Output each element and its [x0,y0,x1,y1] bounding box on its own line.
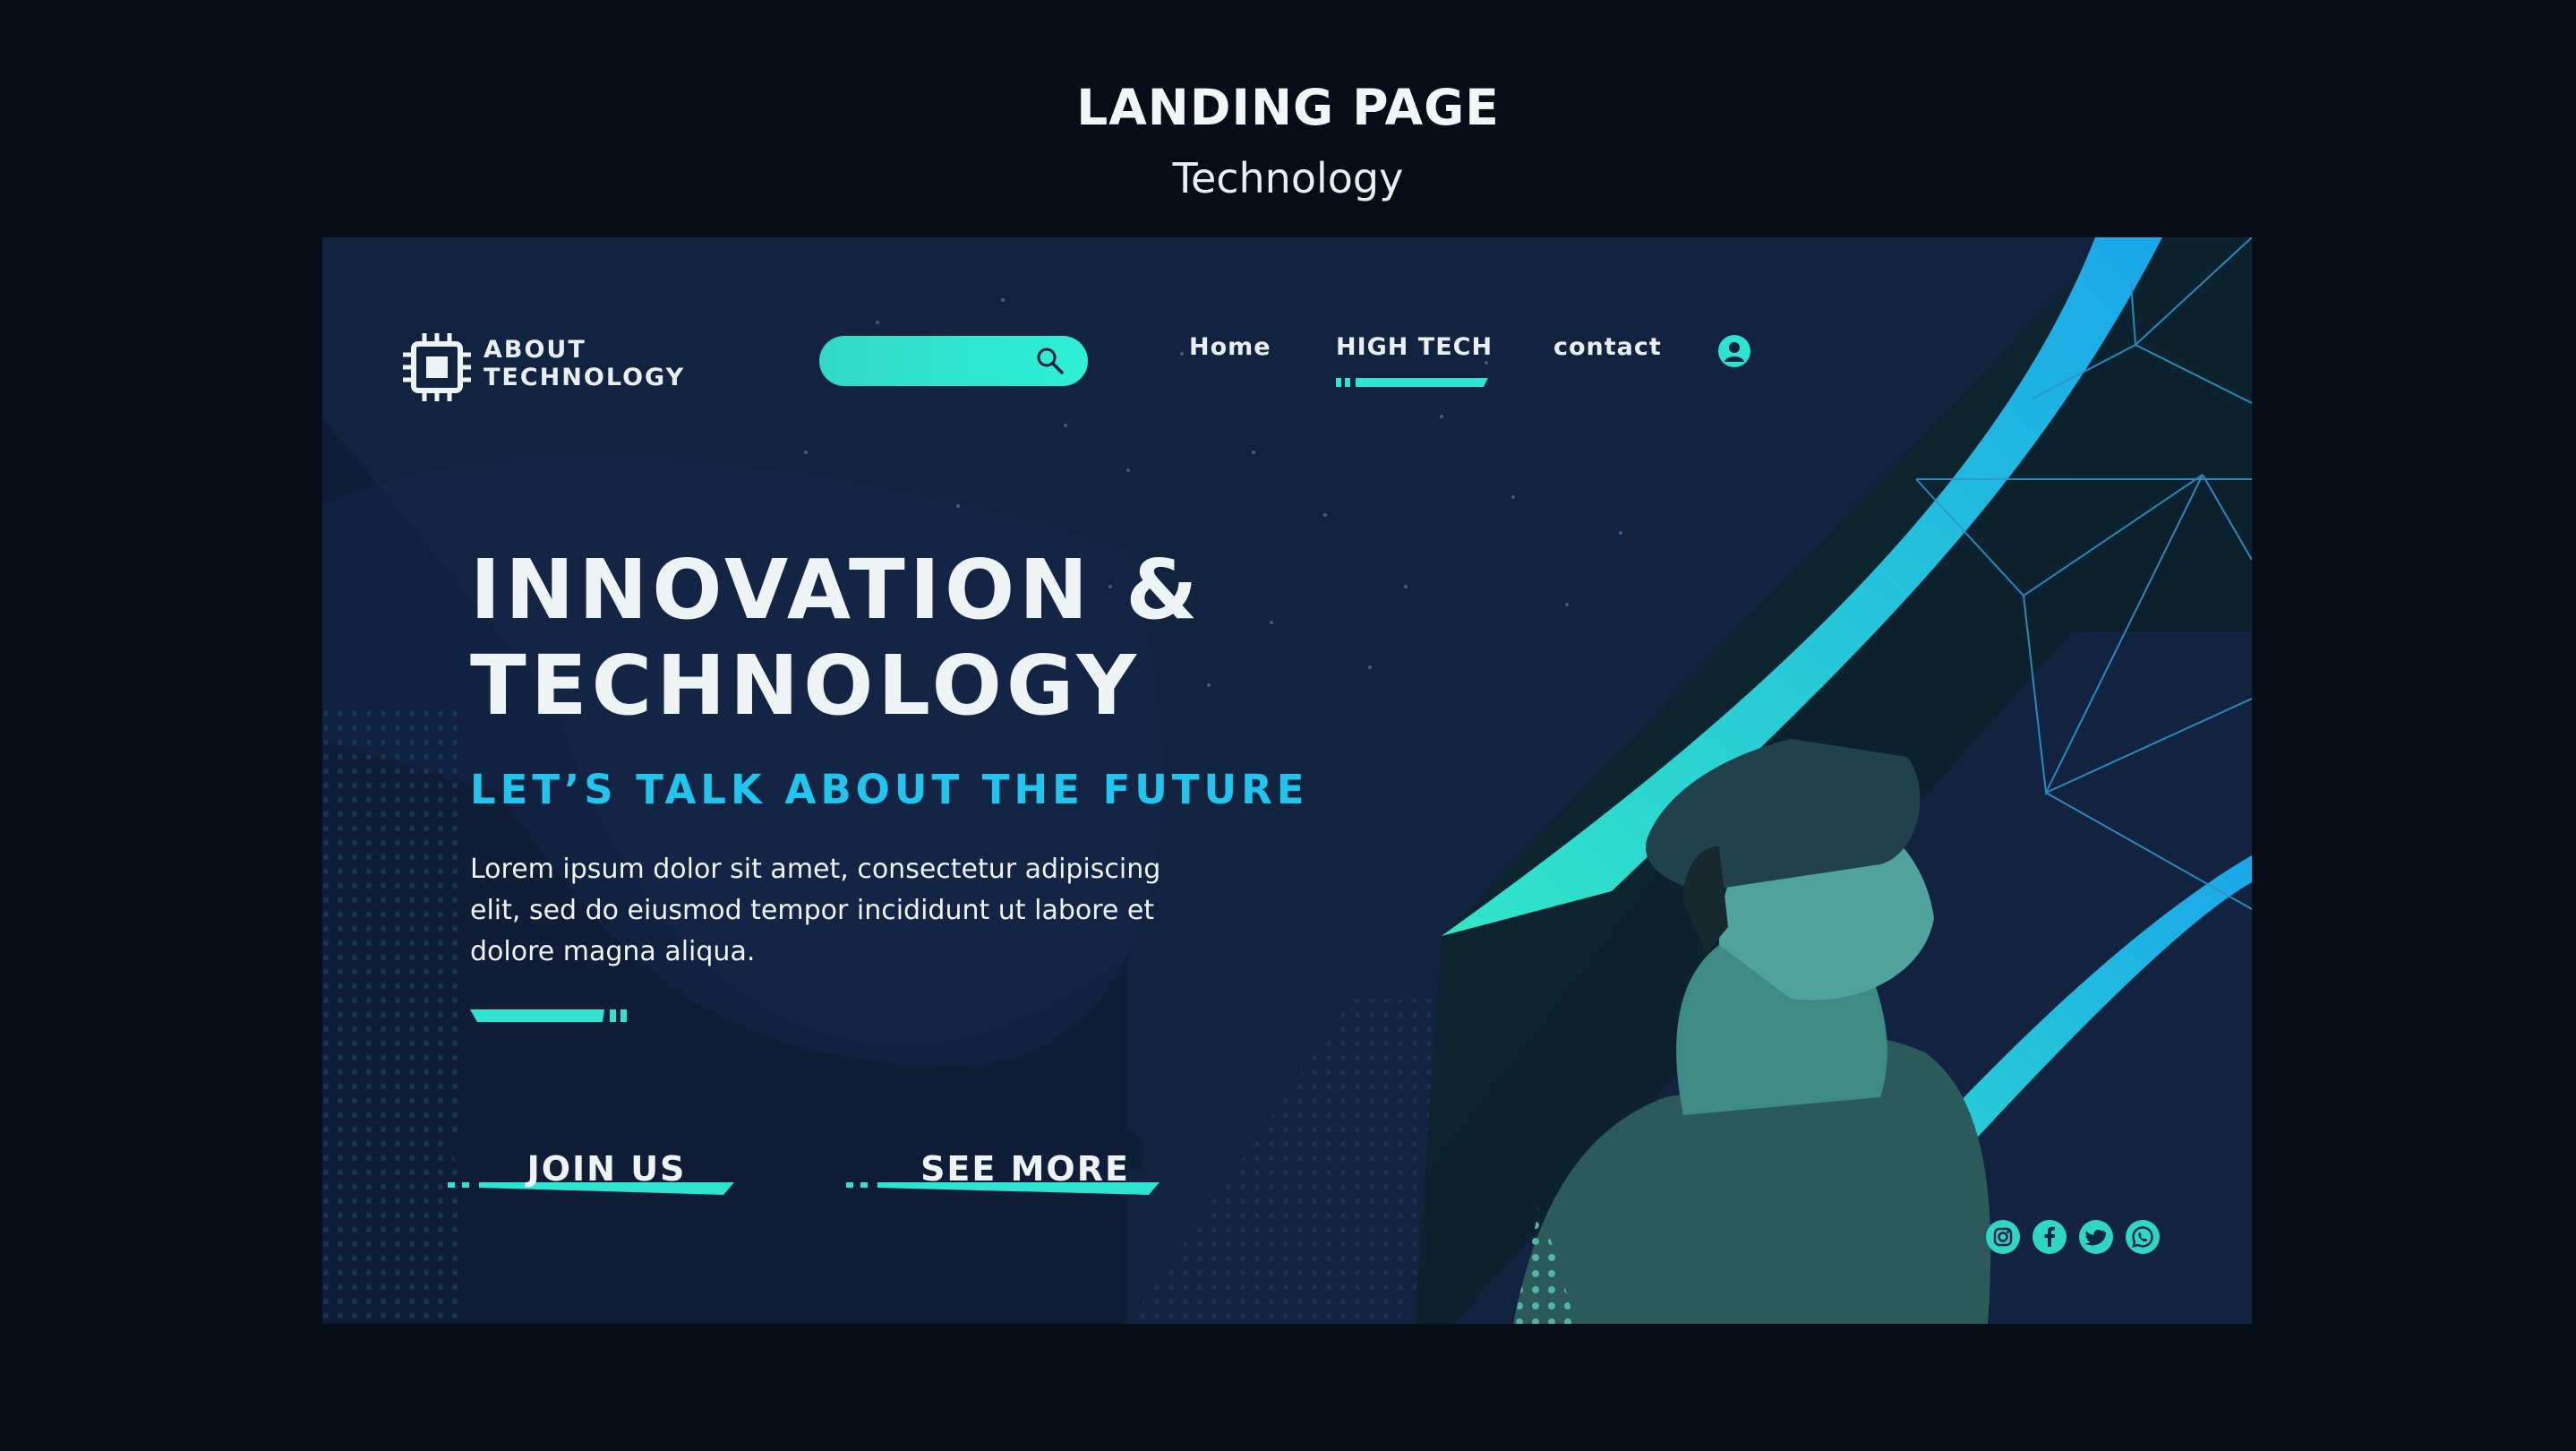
search-input[interactable] [841,345,1020,377]
nav-contact[interactable]: contact [1553,333,1662,361]
landing-page-mockup: ABOUT TECHNOLOGY Home HIGH TECH contact … [322,237,2252,1324]
headline-line-1: INNOVATION & [470,542,1202,638]
see-more-label: SEE MORE [920,1149,1130,1189]
nav-high-tech[interactable]: HIGH TECH [1336,333,1493,361]
body-line-3: dolore magna aliqua. [470,936,756,967]
body-line-1: Lorem ipsum dolor sit amet, consectetur … [470,854,1161,885]
accent-bar [470,1009,627,1022]
body-line-2: elit, sed do eiusmod tempor incididunt u… [470,895,1155,926]
search-bar[interactable] [819,336,1088,386]
twitter-icon[interactable] [2079,1220,2113,1254]
join-us-label: JOIN US [526,1149,687,1189]
nav-home[interactable]: Home [1189,333,1271,361]
hero-tagline: LET’S TALK ABOUT THE FUTURE [470,766,1309,813]
brand-line-1: ABOUT [484,336,586,364]
caption-subtitle: Technology [1172,154,1404,202]
nav-active-indicator [1336,378,1488,387]
hero-headline: INNOVATION & TECHNOLOGY [470,542,1202,734]
see-more-button[interactable]: SEE MORE [828,1129,1168,1198]
join-us-button[interactable]: JOIN US [439,1129,743,1198]
instagram-icon[interactable] [1986,1220,2020,1254]
facebook-icon[interactable] [2033,1220,2067,1254]
search-icon[interactable] [1034,345,1066,377]
brand-line-2: TECHNOLOGY [484,364,686,391]
hero-body-text: Lorem ipsum dolor sit amet, consectetur … [470,849,1186,973]
user-icon[interactable] [1717,334,1751,368]
chip-icon[interactable] [401,331,473,403]
headline-line-2: TECHNOLOGY [470,638,1141,734]
brand-name[interactable]: ABOUT TECHNOLOGY [484,336,685,391]
whatsapp-icon[interactable] [2126,1220,2160,1254]
caption-title: LANDING PAGE [1076,79,1500,136]
